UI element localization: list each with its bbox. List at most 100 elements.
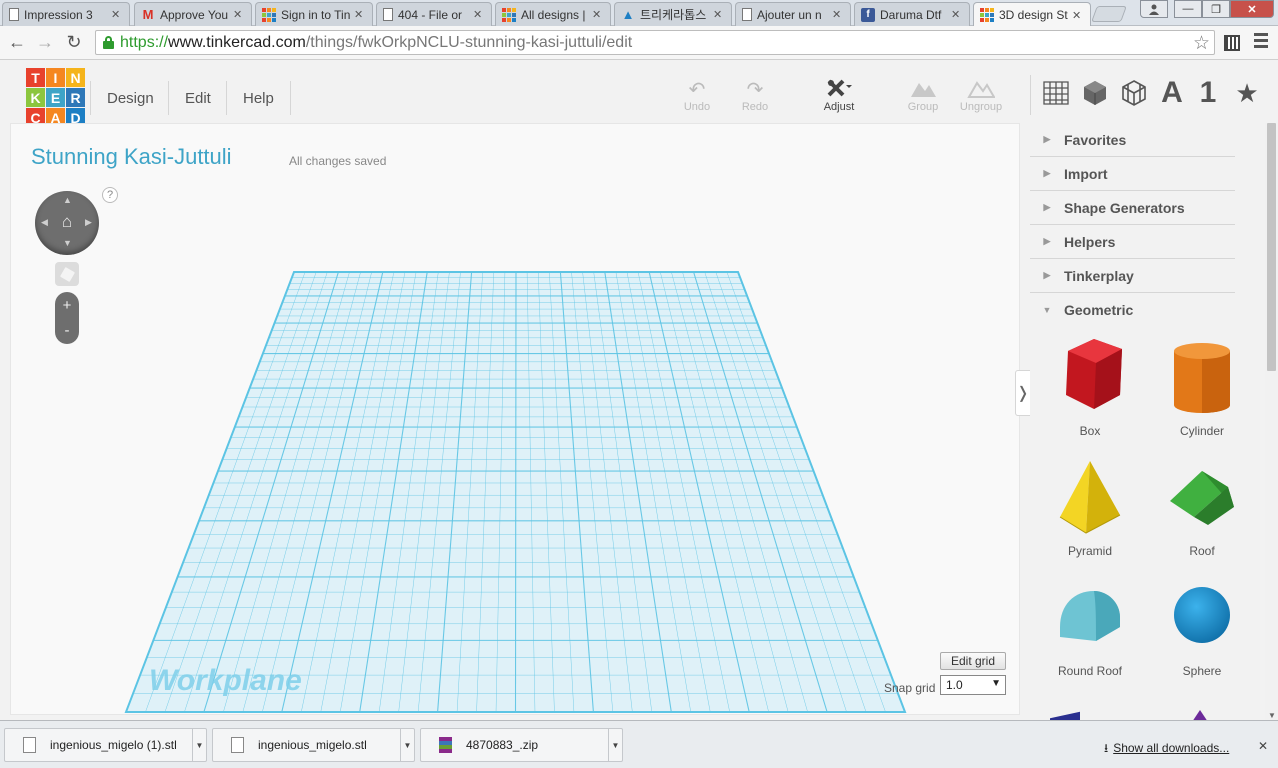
- workplane[interactable]: Workplane: [11, 124, 1020, 715]
- forward-arrow-icon[interactable]: →: [34, 31, 56, 53]
- tab-close-icon[interactable]: ✕: [713, 8, 725, 21]
- orbit-left-icon[interactable]: ◀: [41, 217, 48, 228]
- category-label: Tinkerplay: [1064, 267, 1134, 284]
- shape-label: Cylinder: [1179, 424, 1224, 438]
- download-item[interactable]: ingenious_migelo.stl ▼: [212, 728, 415, 762]
- pyramid-shape-icon: [1059, 461, 1121, 534]
- download-menu-icon[interactable]: ▼: [400, 729, 414, 761]
- grid-view-icon[interactable]: [1041, 77, 1071, 109]
- back-arrow-icon[interactable]: ←: [6, 31, 28, 53]
- new-tab-button[interactable]: [1091, 6, 1127, 22]
- browser-tab[interactable]: All designs | ✕: [495, 2, 611, 26]
- shape-cylinder[interactable]: Cylinder: [1146, 335, 1258, 447]
- archive-icon: [439, 737, 452, 753]
- orbit-down-icon[interactable]: ▼: [63, 238, 72, 248]
- tab-close-icon[interactable]: ✕: [592, 8, 604, 21]
- collapsed-arrow-icon: ▶: [1043, 270, 1051, 280]
- tab-close-icon[interactable]: ✕: [233, 8, 245, 21]
- facebook-icon: f: [861, 7, 875, 22]
- bookmark-star-icon[interactable]: ☆: [1193, 32, 1210, 55]
- browser-tab[interactable]: Impression 3 ✕: [2, 2, 130, 26]
- tinkercad-logo[interactable]: TINKERCAD: [26, 68, 85, 127]
- download-item[interactable]: 4870883_.zip ▼: [420, 728, 623, 762]
- profile-icon[interactable]: [1140, 0, 1168, 18]
- design-title[interactable]: Stunning Kasi-Juttuli: [31, 144, 232, 170]
- browser-tab[interactable]: Sign in to Tin ✕: [255, 2, 373, 26]
- scroll-down-icon[interactable]: ▼: [1268, 711, 1276, 720]
- maximize-button[interactable]: ❐: [1202, 0, 1230, 18]
- text-view-icon[interactable]: A: [1157, 76, 1187, 109]
- wireframe-view-icon[interactable]: [1119, 77, 1149, 109]
- category-helpers[interactable]: ▶ Helpers: [1030, 225, 1235, 259]
- browser-tab[interactable]: f Daruma Dtf ✕: [854, 2, 970, 26]
- ortho-view-button[interactable]: [55, 262, 79, 286]
- redo-button[interactable]: ↷ Redo: [725, 77, 785, 114]
- group-button[interactable]: Group: [893, 77, 953, 113]
- tinkercad-icon: [980, 8, 994, 22]
- browser-tab[interactable]: ▲ 트리케라톱스 ✕: [614, 2, 732, 26]
- undo-button[interactable]: ↶ Undo: [667, 77, 727, 114]
- edit-grid-button[interactable]: Edit grid: [940, 652, 1006, 670]
- zoom-out-button[interactable]: -: [55, 318, 79, 342]
- shape-pyramid[interactable]: Pyramid: [1034, 455, 1146, 567]
- browser-tab[interactable]: 404 - File or ✕: [376, 2, 492, 26]
- browser-menu-icon[interactable]: [1254, 33, 1268, 51]
- category-shape-generators[interactable]: ▶ Shape Generators: [1030, 191, 1235, 225]
- browser-tab[interactable]: M Approve You ✕: [134, 2, 252, 26]
- shape-box[interactable]: Box: [1034, 335, 1146, 447]
- adjust-button[interactable]: Adjust: [809, 77, 869, 113]
- tab-title: All designs |: [521, 7, 586, 22]
- category-tinkerplay[interactable]: ▶ Tinkerplay: [1030, 259, 1235, 293]
- tab-title: 404 - File or: [398, 7, 463, 22]
- browser-tab-active[interactable]: 3D design St ✕: [973, 2, 1091, 27]
- download-menu-icon[interactable]: ▼: [608, 729, 622, 761]
- workspace-canvas[interactable]: Workplane Stunning Kasi-Juttuli All chan…: [10, 123, 1020, 715]
- minimize-button[interactable]: —: [1174, 0, 1202, 18]
- shape-sphere[interactable]: Sphere: [1146, 575, 1258, 687]
- window-close-button[interactable]: ✕: [1230, 0, 1274, 18]
- tab-close-icon[interactable]: ✕: [832, 8, 844, 21]
- reload-icon[interactable]: ↻: [63, 31, 85, 53]
- browser-tab[interactable]: Ajouter un n ✕: [735, 2, 851, 26]
- home-icon[interactable]: ⌂: [57, 212, 77, 232]
- help-icon[interactable]: ?: [102, 187, 118, 203]
- document-icon: [383, 8, 393, 21]
- menu-edit[interactable]: Edit: [168, 81, 227, 115]
- tab-close-icon[interactable]: ✕: [473, 8, 485, 21]
- ungroup-button[interactable]: Ungroup: [951, 77, 1011, 113]
- category-favorites[interactable]: ▶ Favorites: [1030, 123, 1235, 157]
- workplane-label: Workplane: [149, 664, 302, 697]
- cube-icon: [59, 266, 75, 282]
- menu-help[interactable]: Help: [226, 81, 291, 115]
- extension-qr-icon[interactable]: [1224, 35, 1240, 51]
- ungroup-label: Ungroup: [959, 101, 1003, 113]
- tinkercad-icon: [502, 7, 516, 22]
- download-menu-icon[interactable]: ▼: [192, 729, 206, 761]
- zoom-in-button[interactable]: +: [55, 293, 79, 317]
- tab-close-icon[interactable]: ✕: [951, 8, 963, 21]
- orbit-control[interactable]: ▲ ▼ ◀ ▶ ⌂: [35, 191, 99, 255]
- tab-close-icon[interactable]: ✕: [354, 8, 366, 21]
- tab-close-icon[interactable]: ✕: [1072, 9, 1084, 22]
- number-view-icon[interactable]: 1: [1194, 76, 1222, 109]
- sidebar-scrollbar[interactable]: ▼: [1265, 123, 1278, 720]
- show-all-downloads-link[interactable]: ⭳ Show all downloads...: [1104, 739, 1229, 760]
- category-label: Favorites: [1064, 131, 1127, 148]
- menu-design[interactable]: Design: [90, 81, 170, 115]
- shape-round-roof[interactable]: Round Roof: [1034, 575, 1146, 687]
- favorites-star-icon[interactable]: ★: [1232, 77, 1262, 109]
- category-geometric[interactable]: ▼ Geometric: [1030, 293, 1235, 327]
- panel-collapse-handle[interactable]: ❭: [1015, 370, 1031, 416]
- orbit-right-icon[interactable]: ▶: [85, 217, 92, 228]
- category-import[interactable]: ▶ Import: [1030, 157, 1235, 191]
- downloads-close-icon[interactable]: ✕: [1258, 739, 1268, 753]
- tab-close-icon[interactable]: ✕: [111, 8, 123, 21]
- address-bar[interactable]: https://www.tinkercad.com/things/fwkOrkp…: [95, 30, 1215, 55]
- scrollbar-thumb[interactable]: [1267, 123, 1276, 371]
- download-item[interactable]: ingenious_migelo (1).stl ▼: [4, 728, 207, 762]
- shape-roof[interactable]: Roof: [1146, 455, 1258, 567]
- orbit-up-icon[interactable]: ▲: [63, 195, 72, 205]
- snap-grid-select[interactable]: 1.0 ▼: [940, 675, 1006, 695]
- shape-label: Pyramid: [1067, 544, 1112, 558]
- cube-view-icon[interactable]: [1080, 77, 1110, 109]
